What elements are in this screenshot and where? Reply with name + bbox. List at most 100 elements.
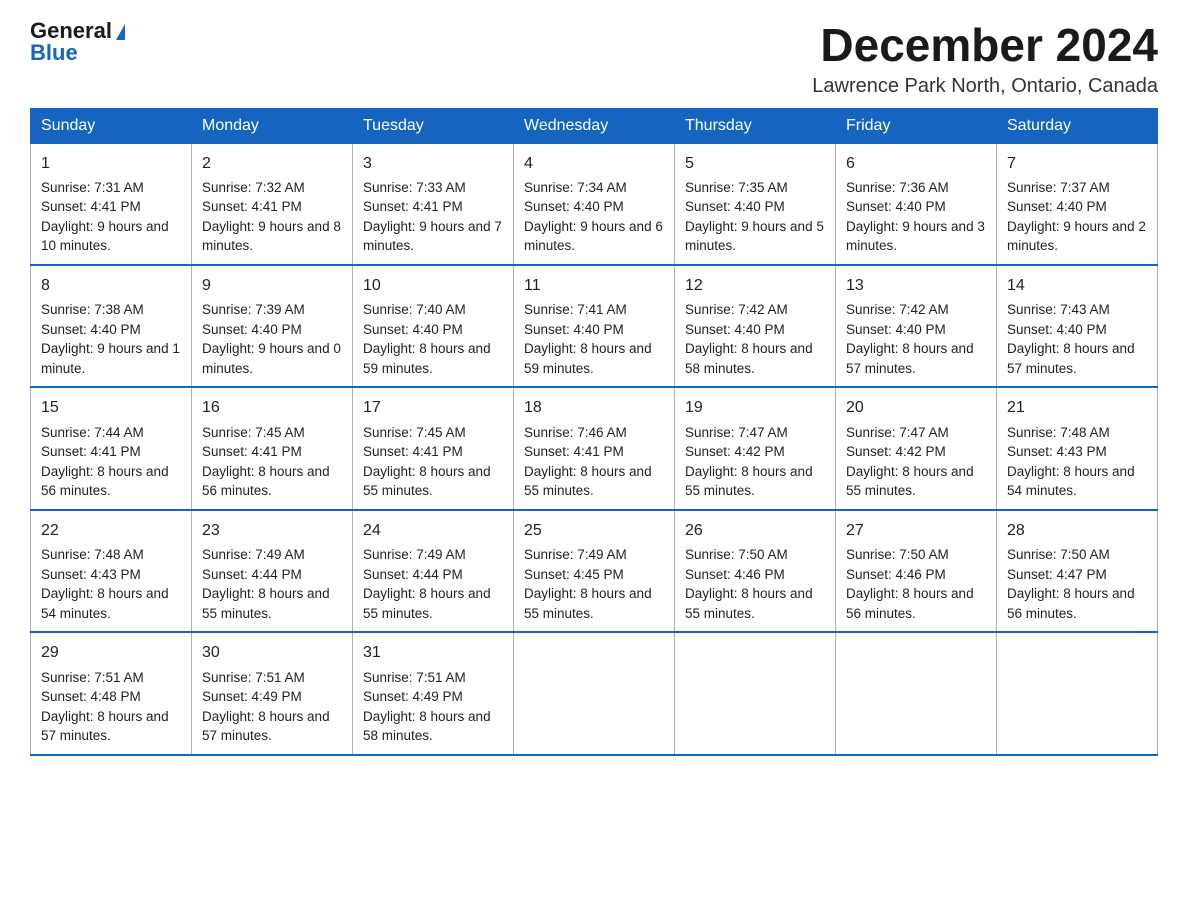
logo-triangle-icon xyxy=(116,24,125,40)
calendar-cell: 29Sunrise: 7:51 AMSunset: 4:48 PMDayligh… xyxy=(31,632,192,754)
sunset: Sunset: 4:44 PM xyxy=(202,567,302,582)
calendar-cell: 8 Sunrise: 7:38 AM Sunset: 4:40 PM Daylight… xyxy=(31,265,192,387)
daylight: Daylight: 8 hours and 54 minutes. xyxy=(41,586,169,621)
sunset: Sunset: 4:40 PM xyxy=(41,322,141,337)
column-header-friday: Friday xyxy=(836,108,997,143)
calendar-cell: 16Sunrise: 7:45 AMSunset: 4:41 PMDayligh… xyxy=(192,387,353,509)
day-number: 16 xyxy=(202,396,342,419)
sunset: Sunset: 4:49 PM xyxy=(363,689,463,704)
sunrise: Sunrise: 7:34 AM xyxy=(524,180,627,195)
daylight: Daylight: 9 hours and 6 minutes. xyxy=(524,219,663,254)
day-number: 4 xyxy=(524,152,664,175)
calendar-cell: 7Sunrise: 7:37 AMSunset: 4:40 PMDaylight… xyxy=(997,143,1158,265)
daylight: Daylight: 8 hours and 56 minutes. xyxy=(1007,586,1135,621)
calendar-table: SundayMondayTuesdayWednesdayThursdayFrid… xyxy=(30,108,1158,756)
calendar-cell: 2Sunrise: 7:32 AMSunset: 4:41 PMDaylight… xyxy=(192,143,353,265)
title-section: December 2024 Lawrence Park North, Ontar… xyxy=(812,20,1158,98)
calendar-cell: 23Sunrise: 7:49 AMSunset: 4:44 PMDayligh… xyxy=(192,510,353,632)
sunset: Sunset: 4:40 PM xyxy=(1007,322,1107,337)
sunrise: Sunrise: 7:40 AM xyxy=(363,302,466,317)
day-number: 25 xyxy=(524,519,664,542)
sunrise: Sunrise: 7:45 AM xyxy=(363,425,466,440)
sunset: Sunset: 4:40 PM xyxy=(846,199,946,214)
daylight: Daylight: 8 hours and 56 minutes. xyxy=(202,464,330,499)
calendar-cell: 30Sunrise: 7:51 AMSunset: 4:49 PMDayligh… xyxy=(192,632,353,754)
sunset: Sunset: 4:41 PM xyxy=(363,444,463,459)
calendar-cell: 14Sunrise: 7:43 AMSunset: 4:40 PMDayligh… xyxy=(997,265,1158,387)
sunset: Sunset: 4:45 PM xyxy=(524,567,624,582)
sunrise: Sunrise: 7:45 AM xyxy=(202,425,305,440)
calendar-cell: 22Sunrise: 7:48 AMSunset: 4:43 PMDayligh… xyxy=(31,510,192,632)
sunrise: Sunrise: 7:48 AM xyxy=(1007,425,1110,440)
sunset: Sunset: 4:41 PM xyxy=(363,199,463,214)
daylight: Daylight: 8 hours and 55 minutes. xyxy=(685,586,813,621)
daylight: Daylight: 8 hours and 58 minutes. xyxy=(363,709,491,744)
sunset: Sunset: 4:41 PM xyxy=(202,199,302,214)
daylight: Daylight: 8 hours and 55 minutes. xyxy=(363,586,491,621)
daylight: Daylight: 9 hours and 1 minute. xyxy=(41,341,180,376)
day-number: 27 xyxy=(846,519,986,542)
calendar-cell: 26Sunrise: 7:50 AMSunset: 4:46 PMDayligh… xyxy=(675,510,836,632)
calendar-week-row: 1Sunrise: 7:31 AMSunset: 4:41 PMDaylight… xyxy=(31,143,1158,265)
calendar-week-row: 22Sunrise: 7:48 AMSunset: 4:43 PMDayligh… xyxy=(31,510,1158,632)
sunrise: Sunrise: 7:48 AM xyxy=(41,547,144,562)
sunrise: Sunrise: 7:49 AM xyxy=(363,547,466,562)
sunrise: Sunrise: 7:49 AM xyxy=(524,547,627,562)
calendar-cell: 27Sunrise: 7:50 AMSunset: 4:46 PMDayligh… xyxy=(836,510,997,632)
sunset: Sunset: 4:49 PM xyxy=(202,689,302,704)
sunset: Sunset: 4:40 PM xyxy=(846,322,946,337)
calendar-cell: 31Sunrise: 7:51 AMSunset: 4:49 PMDayligh… xyxy=(353,632,514,754)
sunrise: Sunrise: 7:50 AM xyxy=(1007,547,1110,562)
daylight: Daylight: 8 hours and 55 minutes. xyxy=(524,586,652,621)
sunrise: Sunrise: 7:36 AM xyxy=(846,180,949,195)
sunset: Sunset: 4:40 PM xyxy=(524,199,624,214)
daylight: Daylight: 8 hours and 56 minutes. xyxy=(846,586,974,621)
calendar-cell: 21Sunrise: 7:48 AMSunset: 4:43 PMDayligh… xyxy=(997,387,1158,509)
day-number: 2 xyxy=(202,152,342,175)
calendar-cell: 6Sunrise: 7:36 AMSunset: 4:40 PMDaylight… xyxy=(836,143,997,265)
daylight: Daylight: 8 hours and 57 minutes. xyxy=(1007,341,1135,376)
daylight: Daylight: 8 hours and 58 minutes. xyxy=(685,341,813,376)
daylight: Daylight: 9 hours and 8 minutes. xyxy=(202,219,341,254)
sunrise: Sunrise: 7:46 AM xyxy=(524,425,627,440)
sunset: Sunset: 4:44 PM xyxy=(363,567,463,582)
calendar-week-row: 8 Sunrise: 7:38 AM Sunset: 4:40 PM Daylight… xyxy=(31,265,1158,387)
sunrise: Sunrise: 7:47 AM xyxy=(846,425,949,440)
calendar-week-row: 29Sunrise: 7:51 AMSunset: 4:48 PMDayligh… xyxy=(31,632,1158,754)
daylight: Daylight: 8 hours and 55 minutes. xyxy=(524,464,652,499)
calendar-cell xyxy=(514,632,675,754)
calendar-cell: 3Sunrise: 7:33 AMSunset: 4:41 PMDaylight… xyxy=(353,143,514,265)
sunset: Sunset: 4:46 PM xyxy=(685,567,785,582)
day-number: 18 xyxy=(524,396,664,419)
daylight: Daylight: 8 hours and 57 minutes. xyxy=(202,709,330,744)
sunrise: Sunrise: 7:51 AM xyxy=(363,670,466,685)
day-number: 12 xyxy=(685,274,825,297)
sunrise: Sunrise: 7:42 AM xyxy=(846,302,949,317)
day-number: 15 xyxy=(41,396,181,419)
day-number: 8 xyxy=(41,274,181,297)
calendar-cell xyxy=(836,632,997,754)
daylight: Daylight: 9 hours and 7 minutes. xyxy=(363,219,502,254)
sunrise: Sunrise: 7:38 AM xyxy=(41,302,144,317)
sunrise: Sunrise: 7:47 AM xyxy=(685,425,788,440)
day-number: 9 xyxy=(202,274,342,297)
daylight: Daylight: 9 hours and 2 minutes. xyxy=(1007,219,1146,254)
logo-blue-text: Blue xyxy=(30,42,78,64)
daylight: Daylight: 9 hours and 3 minutes. xyxy=(846,219,985,254)
calendar-cell: 10Sunrise: 7:40 AMSunset: 4:40 PMDayligh… xyxy=(353,265,514,387)
day-number: 1 xyxy=(41,152,181,175)
logo-general-text: General xyxy=(30,20,112,42)
location-title: Lawrence Park North, Ontario, Canada xyxy=(812,75,1158,98)
sunset: Sunset: 4:42 PM xyxy=(685,444,785,459)
page-header: General Blue December 2024 Lawrence Park… xyxy=(30,20,1158,98)
daylight: Daylight: 8 hours and 54 minutes. xyxy=(1007,464,1135,499)
calendar-week-row: 15Sunrise: 7:44 AMSunset: 4:41 PMDayligh… xyxy=(31,387,1158,509)
month-title: December 2024 xyxy=(812,20,1158,71)
sunset: Sunset: 4:40 PM xyxy=(685,322,785,337)
calendar-cell: 17Sunrise: 7:45 AMSunset: 4:41 PMDayligh… xyxy=(353,387,514,509)
calendar-cell: 15Sunrise: 7:44 AMSunset: 4:41 PMDayligh… xyxy=(31,387,192,509)
logo: General Blue xyxy=(30,20,125,64)
day-number: 29 xyxy=(41,641,181,664)
sunset: Sunset: 4:42 PM xyxy=(846,444,946,459)
calendar-cell: 11Sunrise: 7:41 AMSunset: 4:40 PMDayligh… xyxy=(514,265,675,387)
